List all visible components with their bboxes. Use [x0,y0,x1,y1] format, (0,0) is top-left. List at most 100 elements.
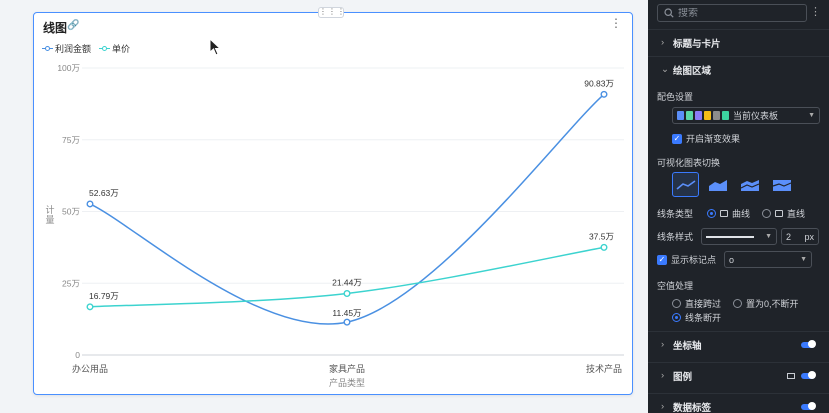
null-skip-label: 直接跨过 [685,299,722,309]
x-tick-label: 家具产品 [329,363,365,374]
x-axis-title: 产品类型 [329,377,365,388]
section-label: 标题与卡片 [673,38,721,50]
chevron-right-icon: › [661,339,665,350]
color-swatch [713,111,720,120]
search-input[interactable] [678,7,798,19]
color-swatch [722,111,729,120]
color-swatch [686,111,693,120]
y-tick-label: 50万 [62,207,80,217]
chart-type-stacked-area-button[interactable] [736,172,763,197]
y-tick-label: 100万 [57,63,80,73]
chevron-right-icon: › [661,401,665,412]
chevron-down-icon: ⌄ [661,64,669,75]
mouse-cursor-icon [209,38,222,56]
section-title-card[interactable]: › 标题与卡片 [648,29,829,55]
chart-type-area-button[interactable] [704,172,731,197]
null-zero-radio[interactable] [733,299,743,308]
data-label: 16.79万 [89,291,119,301]
data-point [86,200,94,208]
data-label: 37.5万 [589,231,614,241]
line-style-select[interactable]: ▼ [701,228,778,245]
x-tick-label: 办公用品 [72,363,108,374]
data-label: 11.45万 [332,308,361,318]
y-tick-label: 75万 [62,135,80,145]
stacked-area-chart-icon [740,179,759,191]
panel-more-icon[interactable]: ⋮ [810,7,821,18]
data-label: 52.63万 [89,188,119,198]
monitor-icon[interactable] [787,372,795,379]
line-type-curve-radio[interactable] [707,209,717,218]
data-label: 21.44万 [332,277,362,287]
section-label: 坐标轴 [673,340,702,352]
color-setting-label: 配色设置 [657,92,694,102]
settings-panel: ⋮ › 标题与卡片 ⌄ 绘图区域 配色设置 当前仪表板 ▼ ✓ 开启渐变效果 可… [648,0,829,413]
gradient-checkbox[interactable]: ✓ [672,133,682,144]
y-tick-label: 25万 [62,278,80,288]
section-plot-area[interactable]: ⌄ 绘图区域 [648,56,829,82]
line-width-value: 2 [786,231,792,242]
color-swatch [695,111,702,120]
chevron-down-icon: ▼ [800,256,808,263]
null-skip-radio[interactable] [672,299,681,308]
straight-line-icon [775,210,784,217]
section-label: 图例 [673,371,693,383]
data-point [343,318,351,326]
data-point [343,289,351,297]
dashboard-canvas: ⋮⋮⋮ 线图 🔗 ⋮ 利润金额 单价 0 25万 50万 75万 100万 办公用品 家具产… [0,0,648,413]
search-icon [664,8,674,18]
line-width-unit: px [804,231,815,242]
section-legend[interactable]: › 图例 [648,362,829,388]
chart-type-percent-area-button[interactable] [768,172,795,197]
legend-toggle[interactable] [801,371,816,379]
line-type-straight-label: 直线 [787,209,806,219]
line-chart-card[interactable]: ⋮⋮⋮ 线图 🔗 ⋮ 利润金额 单价 0 25万 50万 75万 100万 办公用品 家具产… [33,7,633,395]
chevron-down-icon: ▼ [765,233,773,240]
chart-type-line-button[interactable] [672,172,699,197]
null-break-label: 线条断开 [685,313,722,323]
marker-shape-value: o [729,254,735,265]
chevron-right-icon: › [661,370,665,381]
line-chart: 0 25万 50万 75万 100万办公用品 家具产品 技术产品产品类型 计量 52.63万 11… [45,63,624,388]
percent-area-chart-icon [772,179,791,191]
y-axis-title: 计 [45,204,54,215]
line-chart-icon [675,179,695,190]
section-data-label[interactable]: › 数据标签 [648,393,829,413]
area-chart-icon [708,179,727,191]
color-swatch [704,111,711,120]
section-axis[interactable]: › 坐标轴 [648,331,829,357]
show-marker-label: 显示标记点 [671,255,717,265]
curve-line-icon [720,210,729,217]
line-type-straight-radio[interactable] [762,209,772,218]
search-box [657,4,807,22]
gradient-label: 开启渐变效果 [686,134,741,144]
y-tick-label: 0 [75,350,80,360]
null-zero-label: 置为0,不断开 [746,299,799,309]
chevron-right-icon: › [661,37,665,48]
data-point [600,243,608,251]
y-axis-title: 量 [45,215,54,225]
chevron-down-icon: ▼ [808,112,815,119]
color-swatch [677,111,684,120]
line-type-curve-label: 曲线 [732,209,751,219]
line-type-label: 线条类型 [657,209,694,219]
line-style-label: 线条样式 [657,232,694,242]
data-label: 90.83万 [584,78,614,88]
color-scheme-value: 当前仪表板 [733,111,779,121]
section-label: 数据标签 [673,402,712,413]
marker-shape-select[interactable]: o ▼ [724,251,813,268]
x-tick-label: 技术产品 [586,363,622,374]
color-swatches [677,111,729,120]
color-scheme-select[interactable]: 当前仪表板 ▼ [672,107,820,124]
data-label-toggle[interactable] [801,402,816,410]
data-point [86,303,94,311]
chart-switch-label: 可视化图表切换 [657,158,721,168]
line-style-preview [706,235,755,238]
section-label: 绘图区域 [673,65,712,77]
axis-toggle[interactable] [801,340,816,348]
null-handling-label: 空值处理 [657,281,694,291]
series-line [89,93,605,325]
null-break-radio[interactable] [672,313,681,322]
data-point [600,90,608,98]
line-width-input[interactable]: 2 px [781,228,820,245]
show-marker-checkbox[interactable]: ✓ [657,254,667,265]
